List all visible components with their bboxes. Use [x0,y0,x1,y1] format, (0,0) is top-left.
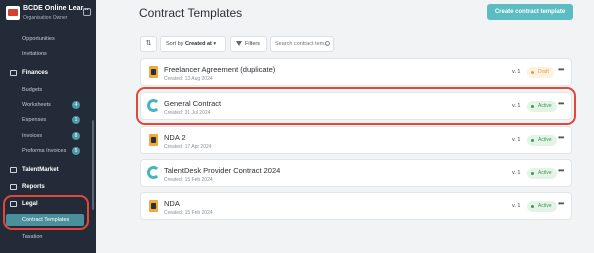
talentmarket-icon [10,167,17,173]
document-icon [149,200,158,212]
switch-organisation-icon[interactable] [83,8,91,16]
sidebar-item-invoices[interactable]: Invoices 8 [6,130,84,142]
organisation-name: BCDE Online Lear... [23,5,89,12]
template-version: v. 1 [512,69,521,75]
sidebar-item-proforma-invoices[interactable]: Proforma Invoices 5 [6,145,84,157]
sidebar-item-label: TalentMarket [22,167,59,173]
template-created: Created: 17 Apr 2024 [164,144,212,150]
template-created: Created: 15 Feb 2024 [164,210,213,216]
sidebar-item-expenses[interactable]: Expenses 1 [6,114,84,126]
more-options-icon[interactable]: ••• [558,65,564,74]
filters-button[interactable]: Filters [230,36,267,52]
sort-value: Created at [184,41,212,47]
status-badge: Active [527,168,557,179]
sidebar-item-finances[interactable]: Finances [6,67,86,79]
sidebar-item-label: Reports [22,184,45,190]
template-row[interactable]: NDA Created: 15 Feb 2024 v. 1 Active ••• [140,192,572,220]
sort-prefix: Sort by [166,41,184,47]
template-created: Created: 15 Feb 2024 [164,177,213,183]
status-badge: Active [527,201,557,212]
sidebar-item-invitations[interactable]: Invitations [6,48,84,60]
template-name: NDA 2 [164,133,186,142]
sidebar-item-label: Expenses [22,117,47,123]
reports-icon [10,184,17,190]
talentdesk-icon [147,166,160,179]
highlight-annotation [136,87,576,125]
more-options-icon[interactable]: ••• [558,166,564,175]
sort-select[interactable]: Sort by Created at ▾ [160,36,226,52]
page-title: Contract Templates [139,6,243,20]
template-name: TalentDesk Provider Contract 2024 [164,166,281,175]
sidebar-item-label: Invoices [22,133,43,139]
count-badge: 5 [72,147,80,155]
template-name: NDA [164,199,180,208]
sidebar-item-label: Worksheets [22,102,51,108]
create-contract-template-button[interactable]: Create contract template [487,4,573,20]
sidebar-item-label: Budgets [22,87,43,93]
template-version: v. 1 [512,137,521,143]
filters-label: Filters [245,41,260,47]
sort-direction-icon[interactable]: ⇅ [140,36,157,52]
search-icon[interactable] [325,41,330,46]
sidebar-item-reports[interactable]: Reports [6,181,86,193]
template-row[interactable]: TalentDesk Provider Contract 2024 Create… [140,159,572,187]
sidebar-scrollbar[interactable] [92,120,94,210]
template-row[interactable]: NDA 2 Created: 17 Apr 2024 v. 1 Active •… [140,126,572,154]
count-badge: 8 [72,132,80,140]
sidebar-item-label: Taxation [22,234,43,240]
organisation-switcher[interactable]: BCDE Online Lear... Organisation Owner [0,0,96,26]
sidebar-item-label: Proforma Invoices [22,148,67,154]
sidebar-item-talentmarket[interactable]: TalentMarket [6,164,86,176]
chevron-down-icon: ▾ [213,41,217,47]
template-version: v. 1 [512,170,521,176]
template-name: Freelancer Agreement (duplicate) [164,65,276,74]
organisation-logo [6,6,20,20]
highlight-annotation [3,195,89,230]
document-icon [149,134,158,146]
filter-icon [236,41,242,46]
document-icon [149,66,158,78]
count-badge: 1 [72,116,80,124]
sidebar-item-label: Finances [22,70,49,76]
status-badge: Draft [527,67,554,78]
template-created: Created: 13 Aug 2024 [164,76,213,82]
sidebar-item-label: Opportunities [22,36,55,42]
organisation-role: Organisation Owner [23,15,68,21]
sidebar-item-opportunities[interactable]: Opportunities [6,33,84,45]
count-badge: 4 [72,101,80,109]
sidebar-item-taxation[interactable]: Taxation [6,231,84,243]
sidebar-item-budgets[interactable]: Budgets [6,84,84,96]
template-row[interactable]: Freelancer Agreement (duplicate) Created… [140,58,572,86]
more-options-icon[interactable]: ••• [558,133,564,142]
template-version: v. 1 [512,203,521,209]
sidebar-item-worksheets[interactable]: Worksheets 4 [6,99,84,111]
finances-icon [10,70,17,76]
sidebar-item-label: Invitations [22,51,47,57]
status-badge: Active [527,135,557,146]
more-options-icon[interactable]: ••• [558,199,564,208]
